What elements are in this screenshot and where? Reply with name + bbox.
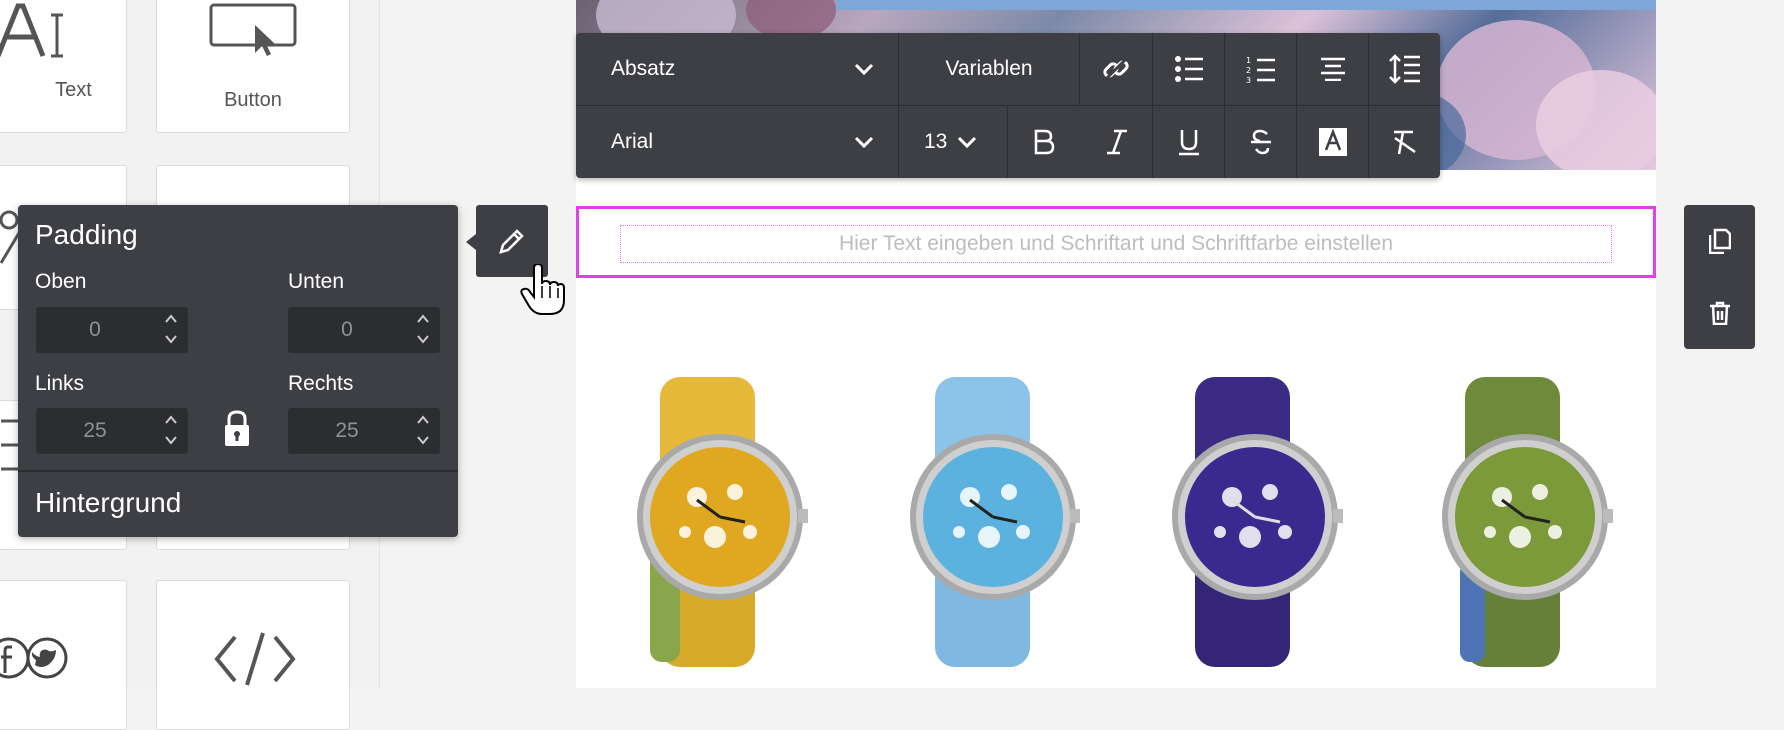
html-block-tile[interactable] xyxy=(156,580,350,730)
button-tile-label: Button xyxy=(224,89,282,111)
left-label: Links xyxy=(35,372,85,395)
clear-format-button[interactable] xyxy=(1369,106,1440,178)
chevron-down-icon[interactable] xyxy=(414,330,432,348)
delete-button[interactable] xyxy=(1684,277,1755,349)
variables-label: Variablen xyxy=(945,57,1033,80)
italic-button[interactable] xyxy=(1081,106,1152,178)
svg-text:2: 2 xyxy=(1246,66,1251,75)
padding-bottom-input[interactable] xyxy=(288,307,406,353)
text-icon xyxy=(0,3,63,58)
numbered-list-button[interactable]: 1 2 3 xyxy=(1225,33,1296,105)
block-actions xyxy=(1684,205,1755,349)
chevron-down-icon[interactable] xyxy=(414,431,432,449)
product-image-green-watch[interactable] xyxy=(1440,372,1620,672)
strikethrough-button[interactable] xyxy=(1225,106,1296,178)
padding-bottom-stepper[interactable] xyxy=(288,307,440,353)
padding-right-stepper[interactable] xyxy=(288,408,440,454)
bold-button[interactable] xyxy=(1008,106,1080,178)
social-icons xyxy=(0,637,68,679)
bullet-list-button[interactable] xyxy=(1153,33,1224,105)
background-section-toggle[interactable]: Hintergrund xyxy=(35,487,181,519)
font-family-value: Arial xyxy=(611,130,654,153)
variables-button[interactable]: Variablen xyxy=(899,33,1079,105)
product-image-yellow-watch[interactable] xyxy=(635,372,815,672)
underline-button[interactable] xyxy=(1153,106,1224,178)
padding-top-stepper[interactable] xyxy=(36,307,188,353)
chevron-down-icon xyxy=(854,136,874,149)
text-placeholder: Hier Text eingeben und Schriftart und Sc… xyxy=(838,232,1394,255)
text-block-selected[interactable]: Hier Text eingeben und Schriftart und Sc… xyxy=(576,206,1656,278)
clear-format-icon xyxy=(1393,130,1416,155)
bottom-label: Unten xyxy=(288,270,345,293)
svg-text:3: 3 xyxy=(1246,76,1251,83)
button-block-tile[interactable]: Button xyxy=(156,0,350,133)
italic-icon xyxy=(1106,129,1127,155)
chevron-down-icon[interactable] xyxy=(162,431,180,449)
chevron-up-icon[interactable] xyxy=(162,310,180,328)
text-tile-label: Text xyxy=(55,79,92,101)
align-center-button[interactable] xyxy=(1297,33,1368,105)
text-color-button[interactable] xyxy=(1297,106,1368,178)
underline-icon xyxy=(1178,130,1199,156)
top-label: Oben xyxy=(35,270,87,293)
chevron-up-icon[interactable] xyxy=(414,310,432,328)
chevron-down-icon xyxy=(958,136,977,149)
lock-icon[interactable] xyxy=(222,409,252,449)
chevron-up-icon[interactable] xyxy=(162,411,180,429)
numbered-list-icon: 1 2 3 xyxy=(1246,56,1275,83)
chevron-down-icon xyxy=(854,63,874,76)
bullet-list-icon xyxy=(1174,56,1203,82)
align-center-icon xyxy=(1320,57,1345,81)
padding-right-input[interactable] xyxy=(288,408,406,454)
svg-text:1: 1 xyxy=(1246,56,1251,65)
product-image-blue-watch[interactable] xyxy=(905,372,1085,672)
unlink-icon xyxy=(1103,56,1129,82)
font-family-select[interactable]: Arial xyxy=(576,106,898,178)
padding-title: Padding xyxy=(35,219,138,250)
text-block-tile[interactable]: Text xyxy=(0,0,127,133)
line-height-icon xyxy=(1388,54,1420,84)
strikethrough-icon xyxy=(1250,129,1271,155)
code-icon xyxy=(214,632,296,686)
padding-top-input[interactable] xyxy=(36,307,154,353)
hand-cursor-icon xyxy=(520,264,565,315)
font-size-select[interactable]: 13 xyxy=(899,106,1007,178)
text-color-icon xyxy=(1318,128,1347,156)
copy-icon xyxy=(1708,228,1731,254)
padding-left-input[interactable] xyxy=(36,408,154,454)
font-size-value: 13 xyxy=(924,130,948,153)
format-select-value: Absatz xyxy=(611,57,676,80)
button-icon xyxy=(209,3,297,56)
duplicate-button[interactable] xyxy=(1684,205,1755,277)
chevron-up-icon[interactable] xyxy=(414,411,432,429)
padding-left-stepper[interactable] xyxy=(36,408,188,454)
social-block-tile[interactable] xyxy=(0,580,127,730)
product-image-purple-watch[interactable] xyxy=(1170,372,1350,672)
pencil-icon xyxy=(499,229,524,254)
right-label: Rechts xyxy=(288,372,354,395)
chevron-down-icon[interactable] xyxy=(162,330,180,348)
bold-icon xyxy=(1034,129,1055,155)
line-height-button[interactable] xyxy=(1369,33,1440,105)
text-format-toolbar: Absatz Variablen 1 2 3 Arial 13 xyxy=(576,33,1440,178)
padding-panel: Padding Oben Unten Links Rechts Hintergr… xyxy=(18,205,458,537)
format-select[interactable]: Absatz xyxy=(576,33,898,105)
trash-icon xyxy=(1709,301,1730,325)
unlink-button[interactable] xyxy=(1080,33,1152,105)
text-block-editor[interactable]: Hier Text eingeben und Schriftart und Sc… xyxy=(620,225,1612,263)
